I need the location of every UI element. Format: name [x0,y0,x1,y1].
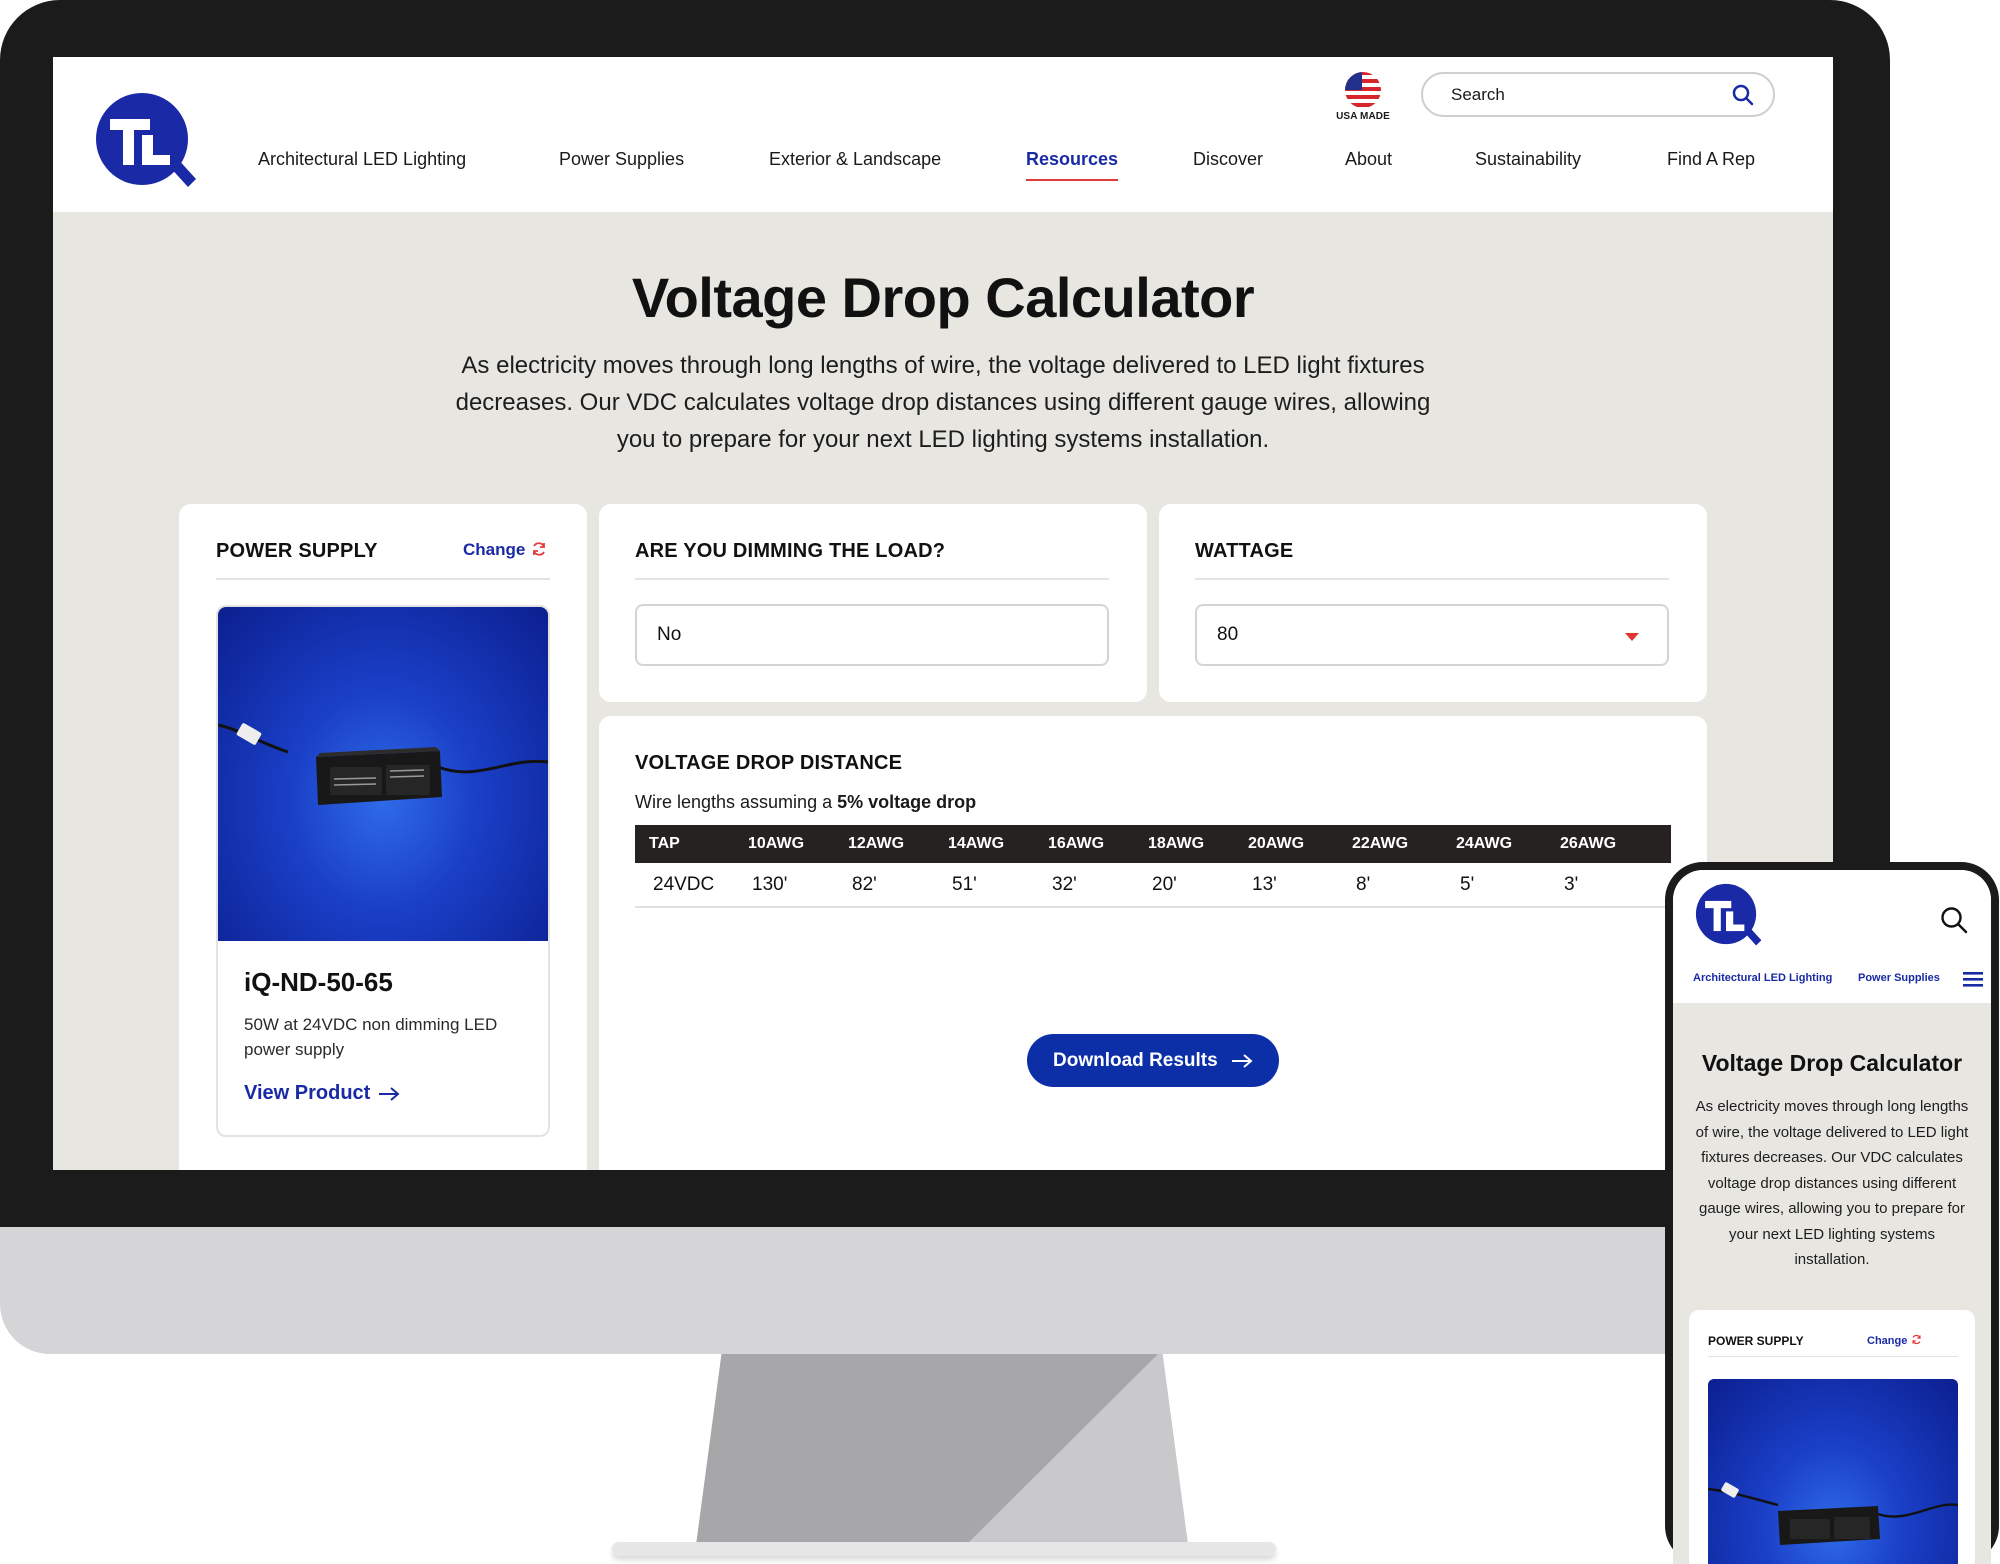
main-nav: Architectural LED Lighting Power Supplie… [53,149,1833,189]
hamburger-menu-icon[interactable] [1963,971,1983,987]
table-header-cell: 10AWG [734,825,834,863]
nav-find-a-rep[interactable]: Find A Rep [1667,149,1755,170]
nav-discover[interactable]: Discover [1193,149,1263,170]
wattage-card: WATTAGE 80 [1159,504,1707,702]
change-label: Change [463,540,526,559]
wattage-title: WATTAGE [1195,540,1294,562]
product-description: 50W at 24VDC non dimming LED power suppl… [244,1015,498,1059]
table-cell: 130' [734,863,834,908]
mobile-page-title: Voltage Drop Calculator [1701,1050,1963,1076]
mobile-power-supply-card: POWER SUPPLY Change [1689,1310,1975,1564]
usa-made-label: USA MADE [1336,111,1390,122]
table-header-cell: 20AWG [1234,825,1338,863]
nav-sustainability[interactable]: Sustainability [1475,149,1581,170]
wattage-value: 80 [1217,624,1239,645]
table-cell: 5' [1442,863,1546,908]
download-results-label: Download Results [1053,1050,1218,1071]
card-divider [635,578,1109,580]
dimming-value: No [657,624,682,645]
nav-exterior-landscape[interactable]: Exterior & Landscape [769,149,941,170]
table-header-cell: 24AWG [1442,825,1546,863]
nav-power-supplies[interactable]: Power Supplies [559,149,684,170]
table-cell: 13' [1234,863,1338,908]
mobile-change-label: Change [1867,1335,1908,1347]
arrow-right-icon [1231,1054,1253,1068]
arrow-right-icon [379,1087,400,1101]
table-cell: 8' [1338,863,1442,908]
mobile-page-intro: As electricity moves through long length… [1695,1098,1969,1268]
voltage-drop-table: TAP 10AWG 12AWG 14AWG 16AWG 18AWG 20AWG … [635,825,1671,908]
page-intro: As electricity moves through long length… [455,352,1431,453]
product-image [218,607,548,941]
desktop-screen: USA MADE Architectural LED Lighting Powe… [53,57,1833,1170]
power-supply-card: POWER SUPPLY Change iQ-ND-50-65 50W at 2… [179,504,587,1170]
mobile-power-supply-title: POWER SUPPLY [1708,1334,1804,1348]
table-header-cell: 26AWG [1546,825,1671,863]
table-header-cell: 16AWG [1034,825,1134,863]
table-cell: 32' [1034,863,1134,908]
search-input[interactable] [1451,84,1711,106]
voltage-drop-card: VOLTAGE DROP DISTANCE Wire lengths assum… [599,716,1707,1170]
nav-about[interactable]: About [1345,149,1392,170]
mobile-screen: Architectural LED Lighting Power Supplie… [1673,870,1991,1564]
dimming-title: ARE YOU DIMMING THE LOAD? [635,540,946,562]
mobile-product-image [1707,1379,1959,1564]
power-supply-photo [1707,1482,1959,1545]
table-header-row: TAP 10AWG 12AWG 14AWG 16AWG 18AWG 20AWG … [635,825,1671,863]
table-header-cell: 22AWG [1338,825,1442,863]
view-product-link[interactable]: View Product [244,1082,400,1105]
dimming-select[interactable]: No [635,604,1109,666]
search-icon[interactable] [1939,905,1969,935]
voltage-drop-title: VOLTAGE DROP DISTANCE [635,752,903,774]
table-cell: 3' [1546,863,1671,908]
mobile-change-link[interactable]: Change [1867,1334,1922,1347]
table-cell: 51' [934,863,1034,908]
usa-made-badge: USA MADE [1331,71,1395,122]
view-product-label: View Product [244,1082,371,1104]
wattage-select[interactable]: 80 [1195,604,1669,666]
card-divider [1195,578,1669,580]
nav-resources[interactable]: Resources [1026,149,1119,181]
voltage-drop-subtitle: Wire lengths assuming a 5% voltage drop [635,792,976,813]
refresh-icon [533,542,546,556]
subtitle-prefix: Wire lengths assuming a [635,792,833,812]
chevron-down-icon [1625,633,1639,641]
table-header-cell: 12AWG [834,825,934,863]
table-cell: 82' [834,863,934,908]
mobile-nav-power-supplies[interactable]: Power Supplies [1858,972,1940,984]
mobile-nav-architectural-led-lighting[interactable]: Architectural LED Lighting [1693,972,1832,984]
monitor-chin [0,1227,1890,1354]
power-supply-title: POWER SUPPLY [216,540,378,562]
subtitle-highlight: 5% voltage drop [837,792,977,812]
phone-mockup: Architectural LED Lighting Power Supplie… [1665,862,1999,1564]
product-card: iQ-ND-50-65 50W at 24VDC non dimming LED… [216,605,550,1137]
download-results-button[interactable]: Download Results [1027,1034,1279,1087]
search-box[interactable] [1421,72,1775,117]
table-header-cell: 18AWG [1134,825,1234,863]
nav-architectural-led-lighting[interactable]: Architectural LED Lighting [258,149,466,170]
device-mockup: USA MADE Architectural LED Lighting Powe… [0,0,2000,1564]
table-cell: 24VDC [635,863,734,908]
card-divider [1708,1356,1958,1357]
card-divider [216,578,550,580]
table-cell: 20' [1134,863,1234,908]
site-header: USA MADE Architectural LED Lighting Powe… [53,57,1833,212]
table-row: 24VDC 130' 82' 51' 32' 20' 13' 8' 5' 3' [635,863,1671,908]
change-power-supply-link[interactable]: Change [463,540,547,560]
product-name: iQ-ND-50-65 [244,967,393,997]
tl-logo[interactable] [1692,880,1764,952]
search-icon[interactable] [1731,83,1755,107]
table-header-cell: TAP [635,825,734,863]
refresh-icon [1912,1334,1921,1345]
us-flag-icon [1345,72,1381,108]
table-header-cell: 14AWG [934,825,1034,863]
power-supply-photo [218,723,548,805]
mobile-header: Architectural LED Lighting Power Supplie… [1673,870,1991,1003]
dimming-card: ARE YOU DIMMING THE LOAD? No [599,504,1147,702]
monitor-stand-base [612,1542,1276,1556]
page-title: Voltage Drop Calculator [631,266,1255,329]
